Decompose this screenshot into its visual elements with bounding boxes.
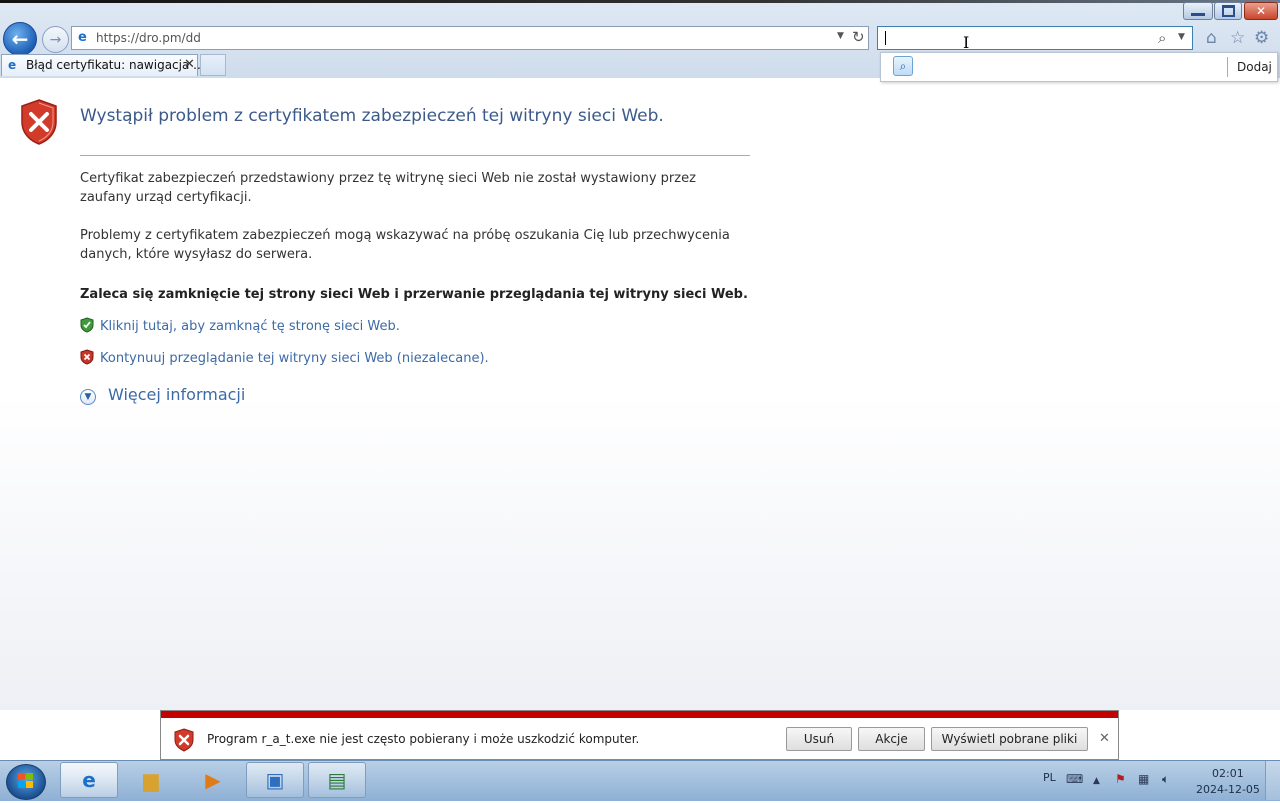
close-window-button[interactable]: ✕ — [1244, 2, 1278, 20]
add-search-provider-button[interactable]: Dodaj — [1237, 60, 1272, 74]
green-shield-check-icon — [80, 317, 94, 333]
taskbar-media-player[interactable]: ▶ — [184, 762, 242, 798]
new-tab-button[interactable] — [200, 54, 226, 76]
language-indicator[interactable]: PL — [1043, 771, 1056, 784]
media-player-icon: ▶ — [205, 768, 221, 792]
search-provider-icon[interactable]: ⌕ — [893, 56, 913, 76]
clock-time[interactable]: 02:01 — [1212, 767, 1244, 780]
view-downloads-button[interactable]: Wyświetl pobrane pliki — [931, 727, 1088, 751]
minimize-button[interactable] — [1183, 2, 1213, 20]
address-bar[interactable]: e https://dro.pm/dd ▼ ↻ — [71, 26, 869, 50]
monitor-icon: ▤ — [327, 768, 347, 792]
close-notification-icon[interactable]: ✕ — [1099, 731, 1110, 746]
taskbar-file-explorer[interactable]: ▆ — [122, 762, 180, 798]
search-suggestion-dropdown: ⌕ Dodaj — [880, 52, 1278, 82]
divider — [1227, 57, 1228, 77]
search-box[interactable]: ⌕ ▼ — [877, 26, 1193, 50]
start-button[interactable] — [6, 764, 46, 800]
ie-page-icon: e — [78, 30, 87, 45]
taskbar-control-panel[interactable]: ▣ — [246, 762, 304, 798]
gear-icon[interactable]: ⚙ — [1254, 28, 1269, 48]
control-panel-icon: ▣ — [265, 768, 285, 792]
tab-title: Błąd certyfikatu: nawigacja ... — [26, 58, 205, 72]
forward-button[interactable]: → — [42, 26, 69, 53]
folder-icon: ▆ — [143, 768, 159, 792]
page-content: Wystąpił problem z certyfikatem zabezpie… — [0, 78, 1280, 710]
page-title: Wystąpił problem z certyfikatem zabezpie… — [80, 106, 664, 126]
minimize-icon — [1191, 12, 1205, 16]
tab-close-icon[interactable]: ✕ — [184, 57, 195, 72]
forward-arrow-icon: → — [49, 31, 62, 48]
close-page-link[interactable]: Kliknij tutaj, aby zamknąć tę stronę sie… — [100, 319, 400, 334]
show-hidden-icons-icon[interactable]: ▲ — [1093, 776, 1100, 786]
recommendation-text: Zaleca się zamknięcie tej strony sieci W… — [80, 287, 748, 302]
certificate-issue-text: Certyfikat zabezpieczeń przedstawiony pr… — [80, 171, 696, 205]
favorites-star-icon[interactable]: ☆ — [1230, 28, 1245, 48]
search-dropdown-icon[interactable]: ▼ — [1178, 32, 1185, 42]
action-center-flag-icon[interactable]: ⚑ — [1115, 772, 1126, 786]
windows-logo-icon — [18, 773, 33, 788]
remove-download-button[interactable]: Usuń — [786, 727, 852, 751]
ie-tab-icon: e — [8, 58, 17, 72]
actions-button[interactable]: Akcje — [858, 727, 925, 751]
url-text[interactable]: https://dro.pm/dd — [96, 31, 201, 45]
download-warning-message: Program r_a_t.exe nie jest często pobier… — [207, 732, 640, 746]
security-warning-icon — [174, 728, 194, 752]
warning-stripe — [161, 711, 1118, 718]
browser-tab[interactable]: e Błąd certyfikatu: nawigacja ... ✕ — [1, 54, 205, 76]
clock-date[interactable]: 2024-12-05 — [1196, 783, 1260, 796]
back-arrow-icon: ← — [11, 27, 29, 51]
network-icon[interactable]: ▦ — [1138, 772, 1149, 786]
security-shield-error-icon — [21, 99, 57, 145]
taskbar-monitor-app[interactable]: ▤ — [308, 762, 366, 798]
divider — [80, 155, 750, 156]
keyboard-icon[interactable]: ⌨ — [1066, 772, 1083, 786]
certificate-risk-text: Problemy z certyfikatem zabezpieczeń mog… — [80, 228, 730, 262]
internet-explorer-icon: e — [82, 768, 96, 792]
home-icon[interactable]: ⌂ — [1206, 28, 1217, 48]
expand-chevron-icon: ▼ — [80, 389, 96, 405]
red-shield-x-icon — [80, 349, 94, 365]
search-icon[interactable]: ⌕ — [1158, 29, 1166, 47]
download-notification-bar: Program r_a_t.exe nie jest często pobier… — [160, 710, 1119, 760]
back-button[interactable]: ← — [3, 22, 37, 56]
address-dropdown-icon[interactable]: ▼ — [837, 31, 844, 41]
restore-icon — [1221, 5, 1235, 17]
close-icon: ✕ — [1255, 4, 1267, 18]
window-top-edge — [0, 0, 1280, 3]
continue-browsing-link[interactable]: Kontynuuj przeglądanie tej witryny sieci… — [100, 351, 489, 366]
more-information-label[interactable]: Więcej informacji — [108, 385, 245, 404]
text-caret — [885, 31, 886, 45]
volume-icon[interactable]: 🔈︎ — [1162, 772, 1169, 787]
show-desktop-button[interactable] — [1265, 761, 1280, 800]
refresh-icon[interactable]: ↻ — [852, 28, 865, 46]
ibeam-cursor-icon: I — [963, 33, 970, 52]
taskbar-internet-explorer[interactable]: e — [60, 762, 118, 798]
restore-button[interactable] — [1214, 2, 1242, 20]
